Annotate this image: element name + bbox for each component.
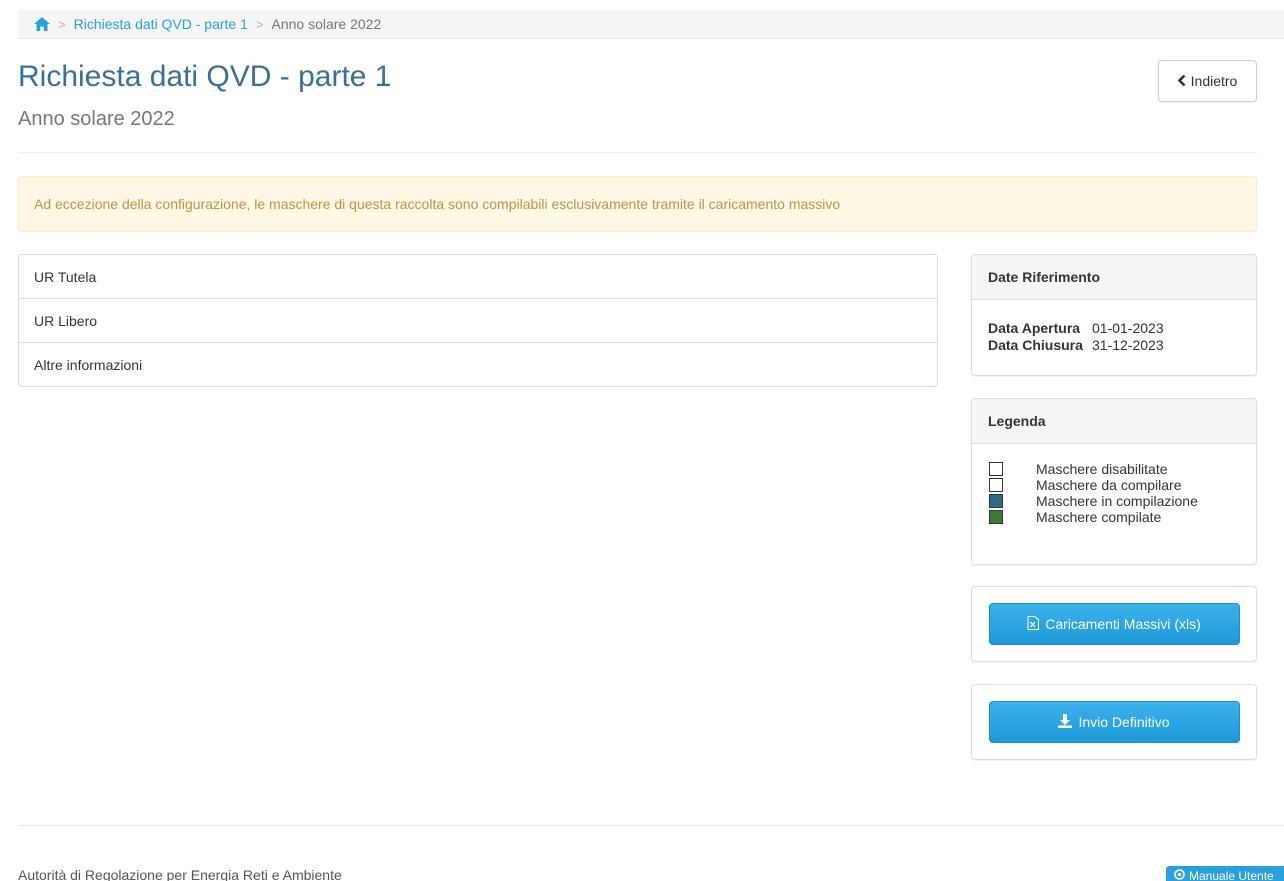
list-item-label: UR Libero	[34, 312, 98, 329]
opening-date-label: Data Apertura	[988, 320, 1081, 336]
legend-label: Maschere in compilazione	[1036, 493, 1198, 509]
final-submit-panel: Invio Definitivo	[971, 684, 1257, 760]
warning-alert: Ad eccezione della configurazione, le ma…	[18, 176, 1257, 232]
legend-item: Maschere in compilazione	[989, 493, 1256, 509]
excel-file-icon	[1027, 615, 1040, 633]
bulk-upload-label: Caricamenti Massivi (xls)	[1045, 616, 1201, 632]
download-icon	[1058, 713, 1073, 731]
breadcrumb: > Richiesta dati QVD - parte 1 > Anno so…	[18, 10, 1284, 39]
list-item-ur-libero[interactable]: UR Libero	[19, 299, 937, 343]
closing-date-value: 31-12-2023	[1092, 337, 1164, 353]
bulk-upload-panel: Caricamenti Massivi (xls)	[971, 586, 1257, 662]
legend-swatch	[989, 494, 1003, 508]
home-icon[interactable]	[34, 17, 50, 31]
opening-date-value: 01-01-2023	[1092, 320, 1164, 336]
breadcrumb-link-request[interactable]: Richiesta dati QVD - parte 1	[74, 16, 248, 32]
breadcrumb-separator: >	[58, 16, 66, 32]
legend-swatch	[989, 462, 1003, 476]
footer-divider	[18, 825, 1284, 826]
dates-panel: Date Riferimento Data Apertura 01-01-202…	[971, 254, 1257, 376]
alert-text: Ad eccezione della configurazione, le ma…	[34, 196, 841, 212]
legend-swatch	[989, 510, 1003, 524]
help-circle-icon	[1174, 869, 1185, 881]
dates-panel-title: Date Riferimento	[972, 255, 1256, 300]
bulk-upload-button[interactable]: Caricamenti Massivi (xls)	[988, 603, 1240, 645]
legend-label: Maschere compilate	[1036, 509, 1162, 525]
list-item-altre-informazioni[interactable]: Altre informazioni	[19, 343, 937, 386]
section-list: UR Tutela UR Libero Altre informazioni	[18, 254, 938, 387]
list-item-label: UR Tutela	[34, 268, 97, 285]
legend-item: Maschere compilate	[989, 509, 1256, 525]
legend-label: Maschere disabilitate	[1036, 461, 1168, 477]
list-item-label: Altre informazioni	[34, 356, 143, 373]
legend-item: Maschere disabilitate	[989, 461, 1256, 477]
final-submit-label: Invio Definitivo	[1078, 714, 1170, 730]
closing-date-row: Data Chiusura 31-12-2023	[988, 337, 1256, 354]
legend-item: Maschere da compilare	[989, 477, 1256, 493]
opening-date-row: Data Apertura 01-01-2023	[988, 320, 1256, 337]
final-submit-button[interactable]: Invio Definitivo	[988, 701, 1240, 743]
legend-panel-title: Legenda	[972, 399, 1256, 444]
footer-text: Autorità di Regolazione per Energia Reti…	[18, 867, 342, 881]
breadcrumb-current: Anno solare 2022	[271, 16, 382, 32]
legend-label: Maschere da compilare	[1036, 477, 1182, 493]
divider	[18, 152, 1257, 153]
closing-date-label: Data Chiusura	[988, 337, 1083, 353]
chevron-left-icon	[1177, 73, 1186, 89]
legend-panel: Legenda Maschere disabilitate Maschere d…	[971, 398, 1257, 565]
page-title: Richiesta dati QVD - parte 1	[18, 60, 392, 93]
user-manual-button[interactable]: Manuale Utente	[1166, 866, 1284, 881]
back-button[interactable]: Indietro	[1158, 60, 1257, 102]
legend-swatch	[989, 478, 1003, 492]
user-manual-label: Manuale Utente	[1189, 869, 1274, 881]
back-button-label: Indietro	[1190, 73, 1238, 89]
list-item-ur-tutela[interactable]: UR Tutela	[19, 255, 937, 299]
breadcrumb-separator: >	[255, 16, 264, 32]
page-subtitle: Anno solare 2022	[18, 108, 175, 130]
